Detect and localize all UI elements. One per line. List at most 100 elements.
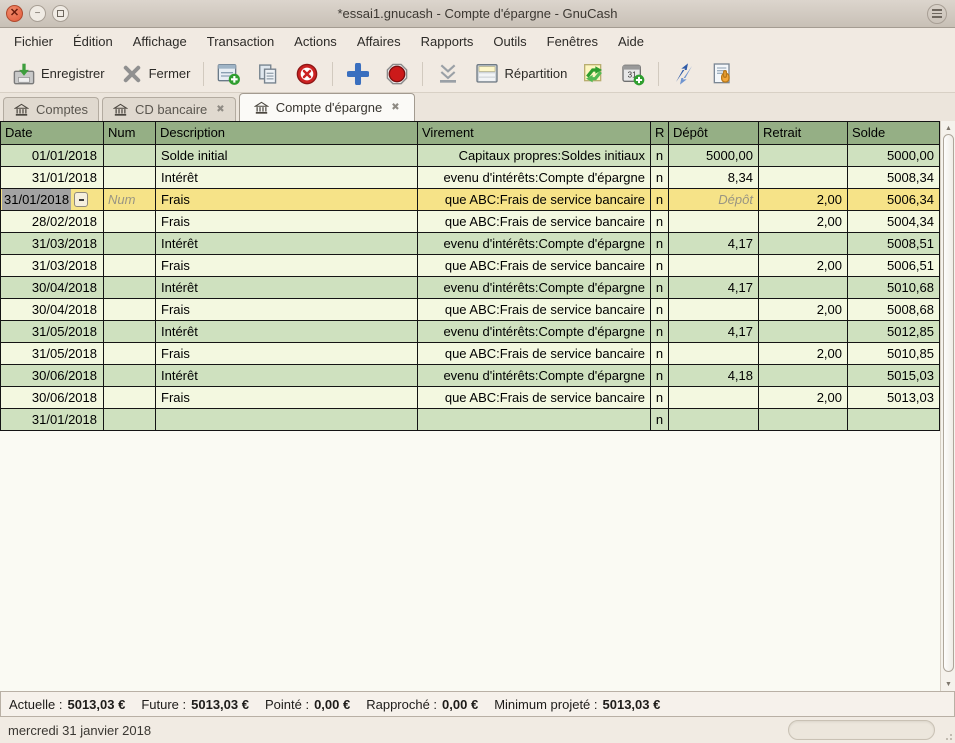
cell-virement[interactable]: que ABC:Frais de service bancaire (418, 343, 651, 364)
cell-reconciled[interactable]: n (651, 387, 669, 408)
cell-solde[interactable]: 5008,34 (848, 167, 940, 188)
cell-description[interactable]: Frais (156, 189, 418, 210)
cell-description[interactable]: Frais (156, 255, 418, 276)
cell-depot[interactable] (669, 255, 759, 276)
cell-retrait[interactable]: 2,00 (759, 343, 848, 364)
tab-close-icon[interactable]: ✖ (389, 102, 399, 113)
table-row[interactable]: 31/03/2018Intérêtevenu d'intérêts:Compte… (1, 233, 940, 255)
cell-date[interactable]: 01/01/2018 (1, 145, 104, 166)
cell-description[interactable]: Frais (156, 299, 418, 320)
cell-num[interactable] (104, 321, 156, 342)
cell-virement[interactable]: evenu d'intérêts:Compte d'épargne (418, 233, 651, 254)
cell-solde[interactable]: 5006,34 (848, 189, 940, 210)
cell-retrait[interactable]: 2,00 (759, 211, 848, 232)
cell-description[interactable]: Solde initial (156, 145, 418, 166)
date-input-selected[interactable]: 31/01/2018 (2, 189, 71, 210)
menu-rapports[interactable]: Rapports (411, 30, 484, 53)
cell-virement[interactable]: Capitaux propres:Soldes initiaux (418, 145, 651, 166)
cell-retrait[interactable]: 2,00 (759, 189, 848, 210)
cell-retrait[interactable] (759, 321, 848, 342)
col-virement[interactable]: Virement (418, 122, 651, 144)
cell-solde[interactable]: 5010,68 (848, 277, 940, 298)
scroll-up-icon[interactable]: ▲ (942, 122, 955, 134)
new-transaction-button[interactable] (211, 58, 247, 90)
cell-virement[interactable]: evenu d'intérêts:Compte d'épargne (418, 321, 651, 342)
cell-date[interactable]: 30/04/2018 (1, 277, 104, 298)
cell-reconciled[interactable]: n (651, 409, 669, 430)
split-button[interactable]: Répartition (469, 58, 573, 90)
menu-fichier[interactable]: Fichier (4, 30, 63, 53)
cell-description[interactable]: Intérêt (156, 365, 418, 386)
cell-reconciled[interactable]: n (651, 365, 669, 386)
close-button[interactable]: Fermer (114, 58, 197, 90)
col-num[interactable]: Num (104, 122, 156, 144)
vertical-scrollbar[interactable]: ▲ ▼ (940, 121, 955, 691)
cell-solde[interactable]: 5006,51 (848, 255, 940, 276)
cell-retrait[interactable] (759, 167, 848, 188)
scroll-down-icon[interactable]: ▼ (942, 678, 955, 690)
cell-virement[interactable]: que ABC:Frais de service bancaire (418, 387, 651, 408)
cell-date[interactable]: 31/03/2018 (1, 233, 104, 254)
resize-grip[interactable] (944, 732, 952, 740)
cell-date[interactable]: 30/06/2018 (1, 387, 104, 408)
cell-depot[interactable]: Dépôt (669, 189, 759, 210)
blank-transaction-button[interactable] (430, 58, 466, 90)
cell-reconciled[interactable]: n (651, 167, 669, 188)
cell-num[interactable] (104, 233, 156, 254)
table-row[interactable]: 31/01/2018NumFraisque ABC:Frais de servi… (1, 189, 940, 211)
cell-depot[interactable]: 8,34 (669, 167, 759, 188)
cell-solde[interactable]: 5004,34 (848, 211, 940, 232)
cell-reconciled[interactable]: n (651, 343, 669, 364)
cell-virement[interactable]: que ABC:Frais de service bancaire (418, 211, 651, 232)
duplicate-button[interactable] (250, 58, 286, 90)
cell-num[interactable] (104, 255, 156, 276)
tab-comptes[interactable]: Comptes (3, 97, 99, 121)
cell-virement[interactable] (418, 409, 651, 430)
cell-date[interactable]: 30/06/2018 (1, 365, 104, 386)
cell-reconciled[interactable]: n (651, 145, 669, 166)
cell-virement[interactable]: evenu d'intérêts:Compte d'épargne (418, 167, 651, 188)
cell-reconciled[interactable]: n (651, 233, 669, 254)
table-row[interactable]: 01/01/2018 Solde initialCapitaux propres:… (1, 145, 940, 167)
cell-retrait[interactable] (759, 145, 848, 166)
cell-num[interactable] (104, 211, 156, 232)
menu-transaction[interactable]: Transaction (197, 30, 284, 53)
tab-compte-epargne[interactable]: Compte d'épargne ✖ (239, 93, 415, 121)
cell-num[interactable] (104, 167, 156, 188)
window-maximize-button[interactable] (52, 5, 69, 22)
col-depot[interactable]: Dépôt (669, 122, 759, 144)
cell-reconciled[interactable]: n (651, 211, 669, 232)
table-row[interactable]: 31/05/2018Fraisque ABC:Frais de service … (1, 343, 940, 365)
cell-num[interactable] (104, 409, 156, 430)
cell-retrait[interactable]: 2,00 (759, 255, 848, 276)
cell-date[interactable]: 31/01/2018 (1, 189, 104, 210)
cell-description[interactable]: Frais (156, 211, 418, 232)
cell-date[interactable]: 31/05/2018 (1, 343, 104, 364)
menu-affichage[interactable]: Affichage (123, 30, 197, 53)
cell-description[interactable]: Intérêt (156, 321, 418, 342)
cell-description[interactable]: Frais (156, 387, 418, 408)
cell-depot[interactable] (669, 409, 759, 430)
cell-depot[interactable]: 5000,00 (669, 145, 759, 166)
cell-reconciled[interactable]: n (651, 299, 669, 320)
cell-reconciled[interactable]: n (651, 255, 669, 276)
cell-num[interactable]: Num (104, 189, 156, 210)
cancel-button[interactable] (379, 58, 415, 90)
table-row[interactable]: 31/01/2018n (1, 409, 940, 431)
cell-virement[interactable]: que ABC:Frais de service bancaire (418, 299, 651, 320)
cell-date[interactable]: 30/04/2018 (1, 299, 104, 320)
cell-retrait[interactable] (759, 409, 848, 430)
table-row[interactable]: 31/03/2018Fraisque ABC:Frais de service … (1, 255, 940, 277)
schedule-button[interactable]: 31 (615, 58, 651, 90)
table-row[interactable]: 30/04/2018 Fraisque ABC:Frais de service … (1, 299, 940, 321)
cell-num[interactable] (104, 365, 156, 386)
cell-depot[interactable]: 4,18 (669, 365, 759, 386)
cell-retrait[interactable]: 2,00 (759, 299, 848, 320)
delete-button[interactable] (289, 58, 325, 90)
cell-virement[interactable]: que ABC:Frais de service bancaire (418, 255, 651, 276)
table-row[interactable]: 30/04/2018Intérêtevenu d'intérêts:Compte… (1, 277, 940, 299)
col-description[interactable]: Description (156, 122, 418, 144)
cell-depot[interactable]: 4,17 (669, 233, 759, 254)
table-row[interactable]: 31/05/2018Intérêtevenu d'intérêts:Compte… (1, 321, 940, 343)
jump-button[interactable] (666, 58, 702, 90)
